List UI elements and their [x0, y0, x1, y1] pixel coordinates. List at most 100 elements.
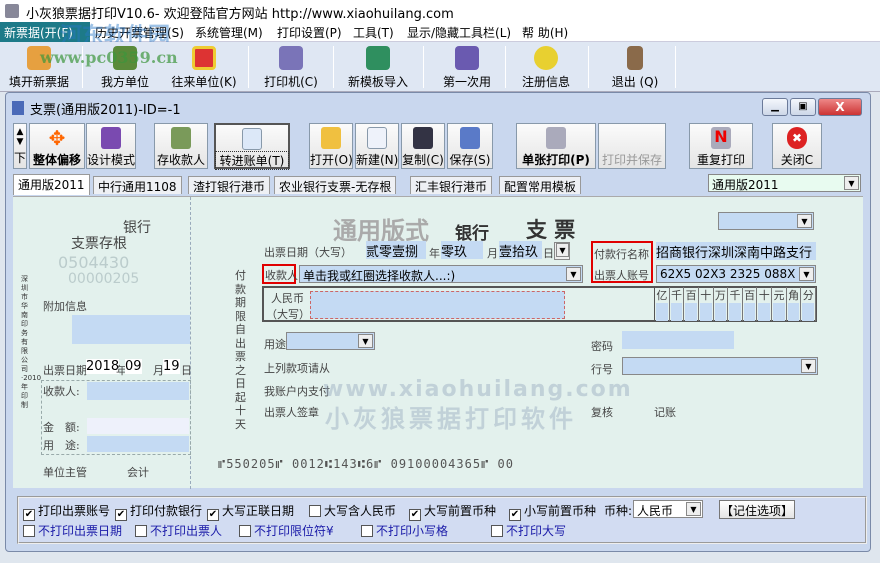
digit-field[interactable]: [670, 303, 683, 321]
option-label: 大写含人民币: [324, 504, 397, 518]
menu-print-settings[interactable]: 打印设置(P): [277, 24, 342, 41]
register-button[interactable]: 注册信息: [515, 44, 577, 90]
menu-tools[interactable]: 工具(T): [353, 24, 394, 41]
account-select[interactable]: 62X5 02X3 2325 088X ▼: [656, 265, 816, 283]
first-use-button[interactable]: 第一次用: [437, 44, 497, 90]
date-picker-button[interactable]: ▼: [554, 242, 570, 260]
print-and-save-button[interactable]: 打印并保存: [598, 123, 666, 169]
option-checkbox[interactable]: 不打印出票人: [135, 522, 222, 539]
digit-field[interactable]: [714, 303, 727, 321]
currency-select[interactable]: 人民币 ▼: [633, 500, 703, 518]
option-label: 不打印出票人: [150, 524, 223, 538]
stub-day[interactable]: 19: [163, 359, 180, 374]
exit-button[interactable]: 退出 (Q): [605, 44, 665, 90]
option-checkbox[interactable]: ✔ 打印出票账号: [23, 502, 110, 521]
tab-common-templates[interactable]: 配置常用模板: [499, 176, 582, 194]
watermark-site: www.pc0359.cn: [40, 48, 178, 67]
option-checkbox[interactable]: ✔ 小写前置币种: [509, 502, 596, 521]
separator: [675, 46, 676, 88]
document-icon: [12, 101, 24, 115]
remember-options-button[interactable]: 【记住选项】: [719, 500, 795, 519]
year-field[interactable]: 贰零壹捌: [366, 241, 426, 260]
digit-field[interactable]: [758, 303, 771, 321]
bank-no-select[interactable]: ▼: [622, 357, 818, 375]
chevron-down-icon: ▼: [844, 176, 859, 190]
print-single-button[interactable]: 单张打印(P): [516, 123, 596, 169]
option-label: 小写前置币种: [524, 504, 597, 518]
option-checkbox[interactable]: 不打印限位符¥: [239, 522, 334, 539]
option-checkbox[interactable]: ✔ 大写正联日期: [207, 502, 294, 521]
scroll-down-button[interactable]: ▲ ▼ 下: [13, 123, 27, 169]
option-label: 大写正联日期: [222, 504, 295, 518]
reprint-button[interactable]: N 重复打印: [689, 123, 753, 169]
stub-payee-field[interactable]: [87, 382, 189, 400]
digit-label: 千: [729, 289, 741, 302]
account-value: 62X5 02X3 2325 088X: [660, 267, 796, 281]
tab-boc-1108[interactable]: 中行通用1108: [93, 176, 182, 194]
option-checkbox[interactable]: ✔ 打印付款银行: [115, 502, 202, 521]
micr-line: ⑈550205⑈ 0012⑆143⑆6⑈ 09100004365⑈ 00: [218, 457, 514, 471]
new-button[interactable]: 新建(N): [355, 123, 399, 169]
printer-button[interactable]: 打印机(C): [260, 44, 322, 90]
close-window-button[interactable]: X: [818, 98, 862, 116]
save-payee-button[interactable]: 存收款人: [154, 123, 208, 169]
month-field[interactable]: 零玖: [441, 241, 483, 260]
menu-system[interactable]: 系统管理(M): [195, 24, 263, 41]
tab-general-2011[interactable]: 通用版2011: [13, 174, 90, 195]
cheque-top-select[interactable]: ▼: [718, 212, 814, 230]
option-checkbox[interactable]: 不打印大写: [491, 522, 566, 539]
folder-icon: [321, 127, 341, 149]
stub-month[interactable]: 09: [125, 359, 142, 374]
deposit-slip-button[interactable]: 转进账单(T): [214, 123, 290, 170]
stub-amount-field[interactable]: [87, 418, 189, 434]
digit-field[interactable]: [685, 303, 697, 321]
option-checkbox[interactable]: 不打印小写格: [361, 522, 448, 539]
digit-field[interactable]: [773, 303, 785, 321]
digit-field[interactable]: [699, 303, 712, 321]
import-template-button[interactable]: 新模板导入: [343, 44, 413, 90]
tab-hsbc[interactable]: 汇丰银行港币: [410, 176, 493, 194]
month-unit: 月: [487, 247, 498, 260]
stub-extra-field[interactable]: [72, 315, 190, 344]
maximize-button[interactable]: ▣: [790, 98, 816, 116]
digit-field[interactable]: [743, 303, 756, 321]
stub-use-field[interactable]: [87, 436, 189, 452]
printer-icon: [279, 46, 303, 70]
stub-year[interactable]: 2018: [86, 359, 120, 374]
rmb-label: 人民币: [271, 292, 304, 305]
payee-select[interactable]: 单击我或红圈选择收款人...:) ▼: [299, 265, 583, 283]
option-checkbox[interactable]: 不打印出票日期: [23, 522, 122, 539]
digit-field[interactable]: [729, 303, 741, 321]
stub-accountant: 会计: [127, 466, 149, 479]
password-field[interactable]: [622, 331, 734, 349]
currency-value: 人民币: [637, 504, 674, 518]
menu-help[interactable]: 帮 助(H): [522, 24, 568, 41]
use-select[interactable]: ▼: [286, 332, 375, 350]
design-mode-button[interactable]: 设计模式: [86, 123, 136, 169]
digit-field[interactable]: [656, 303, 668, 321]
minimize-button[interactable]: ▁: [762, 98, 788, 116]
tab-standard-chartered[interactable]: 渣打银行港币: [188, 176, 271, 194]
close-button[interactable]: ✖ 关闭C: [772, 123, 822, 169]
digit-field[interactable]: [802, 303, 815, 321]
open-button[interactable]: 打开(O): [309, 123, 353, 169]
digit-field[interactable]: [787, 303, 800, 321]
amount-capital-field[interactable]: [310, 291, 565, 319]
offset-button[interactable]: ✥ 整体偏移: [29, 123, 85, 169]
separator: [588, 46, 589, 88]
save-button[interactable]: 保存(S): [447, 123, 493, 169]
app-icon: [5, 4, 19, 18]
digit-column: 分: [801, 287, 817, 321]
checkbox-icon: ✔: [23, 509, 35, 521]
option-checkbox[interactable]: 大写含人民币: [309, 502, 396, 519]
phone-icon: [534, 46, 558, 70]
day-field[interactable]: 壹拾玖: [499, 241, 542, 260]
tab-abc-no-stub[interactable]: 农业银行支票-无存根: [274, 176, 397, 194]
bank-no-label: 行号: [591, 363, 613, 376]
copy-button[interactable]: 复制(C): [401, 123, 445, 169]
option-checkbox[interactable]: ✔ 大写前置币种: [409, 502, 496, 521]
menu-toggle-toolbar[interactable]: 显示/隐藏工具栏(L): [407, 24, 511, 41]
chevron-down-icon: ▼: [566, 267, 581, 281]
payer-bank-field[interactable]: 招商银行深圳深南中路支行: [656, 242, 816, 261]
template-select[interactable]: 通用版2011 ▼: [708, 174, 861, 192]
